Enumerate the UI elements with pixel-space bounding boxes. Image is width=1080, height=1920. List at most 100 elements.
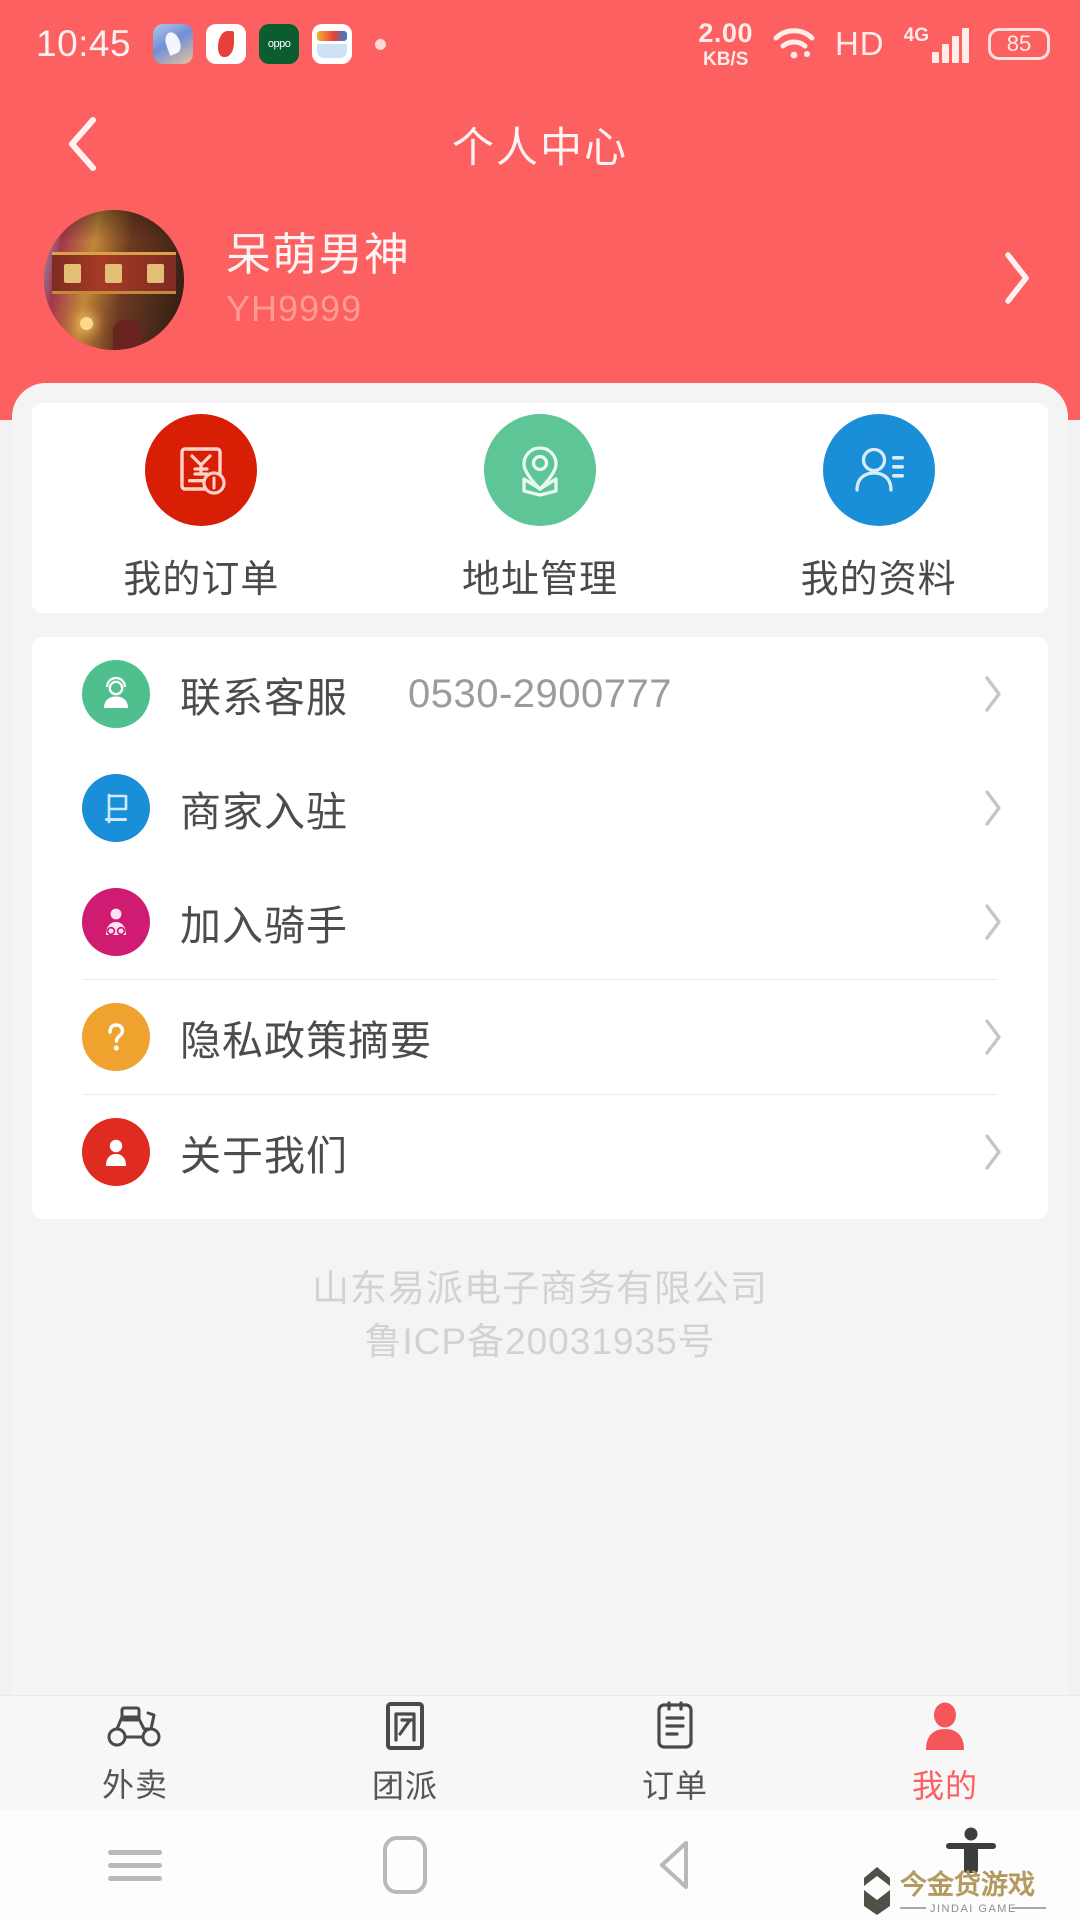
chevron-right-icon bbox=[985, 790, 1001, 826]
menu-card: 联系客服 0530-2900777 商家入驻 加入骑手 隐私政策摘要 关于我们 bbox=[32, 637, 1048, 1219]
quick-action-address-manage[interactable]: 地址管理 bbox=[371, 413, 710, 603]
profile-arrow-button[interactable] bbox=[1002, 251, 1032, 310]
location-pin-icon bbox=[522, 445, 558, 497]
network-speed: 2.00 KB/S bbox=[698, 17, 753, 70]
menu-item-join-rider[interactable]: 加入骑手 bbox=[32, 865, 1048, 979]
avatar-figure bbox=[112, 320, 141, 350]
content-sheet: 我的订单 地址管理 我的资料 联系客服 0530-2900777 商家入驻 加入… bbox=[12, 383, 1068, 1695]
profile-row[interactable]: 呆萌男神 YH9999 bbox=[0, 205, 1080, 355]
wallet-icon bbox=[312, 24, 353, 64]
signal-bars-icon bbox=[932, 28, 969, 63]
menu-lines-icon bbox=[108, 1842, 162, 1889]
avatar-signboard bbox=[52, 252, 176, 294]
watermark-logo: 今金贷游戏 JINDAI GAME bbox=[864, 1867, 1046, 1915]
menu-item-about-us[interactable]: 关于我们 bbox=[32, 1095, 1048, 1209]
footer: 山东易派电子商务有限公司 鲁ICP备20031935号 bbox=[12, 1263, 1068, 1368]
status-time: 10:45 bbox=[36, 23, 132, 64]
wifi-icon bbox=[773, 28, 815, 59]
quick-actions-card: 我的订单 地址管理 我的资料 bbox=[32, 403, 1048, 613]
order-receipt-icon-wrap bbox=[145, 413, 258, 526]
profile-person-icon bbox=[926, 1702, 964, 1750]
home-rounded-icon bbox=[383, 1836, 427, 1894]
menu-item-label: 商家入驻 bbox=[180, 789, 348, 835]
more-dot-icon bbox=[375, 38, 387, 50]
back-chevron-icon bbox=[69, 117, 96, 171]
hd-indicator: HD bbox=[834, 25, 885, 62]
tab-label: 团派 bbox=[371, 1767, 438, 1804]
app-header: 10:45 oppo 2.00 KB/S HD 4G 85 个人中心 呆萌男神 … bbox=[0, 0, 1080, 420]
android-back-button[interactable] bbox=[540, 1837, 810, 1893]
quick-action-my-orders[interactable]: 我的订单 bbox=[32, 413, 371, 603]
group-box-icon bbox=[386, 1701, 424, 1750]
menu-item-merchant-join[interactable]: 商家入驻 bbox=[32, 751, 1048, 865]
page-title: 个人中心 bbox=[451, 123, 628, 171]
battery-icon: 85 bbox=[988, 28, 1050, 60]
chevron-right-icon bbox=[1005, 251, 1029, 304]
question-mark-icon bbox=[108, 1023, 125, 1051]
tab-label: 外卖 bbox=[101, 1766, 168, 1803]
android-home-button[interactable] bbox=[270, 1836, 540, 1894]
watermark-cn-text: 今金贷游戏 bbox=[900, 1869, 1035, 1900]
profile-text: 呆萌男神 YH9999 bbox=[226, 229, 410, 331]
back-triangle-icon bbox=[660, 1841, 688, 1889]
menu-item-arrow bbox=[982, 674, 1004, 714]
chevron-right-icon bbox=[985, 676, 1001, 712]
chevron-right-icon bbox=[985, 904, 1001, 940]
tab-takeout[interactable]: 外卖 bbox=[0, 1696, 270, 1810]
network-type-label: 4G bbox=[903, 25, 929, 46]
status-app-icons: oppo bbox=[153, 24, 387, 64]
bottom-tab-bar: 外卖 团派 订单 我的 bbox=[0, 1695, 1080, 1810]
order-receipt-icon bbox=[180, 446, 226, 495]
menu-item-label: 关于我们 bbox=[180, 1133, 348, 1179]
quick-action-label: 地址管理 bbox=[462, 558, 619, 601]
cellular-indicator: 4G bbox=[904, 25, 969, 63]
headset-support-icon bbox=[104, 676, 128, 708]
about-person-icon bbox=[106, 1139, 126, 1166]
oppo-icon: oppo bbox=[259, 24, 300, 64]
scooter-icon bbox=[107, 1706, 161, 1746]
footer-icp: 鲁ICP备20031935号 bbox=[364, 1320, 716, 1362]
menu-item-arrow bbox=[982, 1017, 1004, 1057]
location-pin-icon-wrap bbox=[484, 413, 596, 526]
menu-item-contact-support[interactable]: 联系客服 0530-2900777 bbox=[32, 637, 1048, 751]
network-speed-value: 2.00 bbox=[698, 17, 753, 48]
profile-name: 呆萌男神 bbox=[226, 229, 411, 281]
user-profile-icon bbox=[855, 447, 904, 492]
network-speed-unit: KB/S bbox=[702, 48, 749, 70]
status-indicators: 2.00 KB/S HD 4G 85 bbox=[698, 17, 1050, 70]
rider-icon bbox=[106, 908, 126, 936]
navigation-icon bbox=[206, 24, 247, 64]
chevron-right-icon bbox=[985, 1019, 1001, 1055]
rider-icon-wrap bbox=[82, 888, 150, 956]
shop-flag-icon-wrap bbox=[82, 774, 150, 842]
battery-level: 85 bbox=[1006, 31, 1032, 56]
tab-label: 订单 bbox=[641, 1767, 708, 1804]
tab-label: 我的 bbox=[911, 1767, 978, 1804]
photos-icon bbox=[153, 24, 194, 64]
menu-item-label: 加入骑手 bbox=[180, 903, 348, 949]
avatar[interactable] bbox=[44, 210, 184, 350]
tab-group[interactable]: 团派 bbox=[270, 1696, 540, 1810]
menu-item-arrow bbox=[982, 1132, 1004, 1172]
tab-profile[interactable]: 我的 bbox=[810, 1696, 1080, 1810]
user-profile-icon-wrap bbox=[822, 413, 935, 526]
quick-action-label: 我的订单 bbox=[123, 558, 280, 601]
quick-action-my-profile[interactable]: 我的资料 bbox=[709, 413, 1048, 603]
menu-item-label: 隐私政策摘要 bbox=[180, 1018, 432, 1064]
footer-company: 山东易派电子商务有限公司 bbox=[312, 1268, 768, 1309]
menu-item-value: 0530-2900777 bbox=[408, 671, 673, 716]
back-button[interactable] bbox=[52, 114, 112, 174]
profile-user-id: YH9999 bbox=[226, 287, 363, 329]
menu-item-privacy-policy[interactable]: 隐私政策摘要 bbox=[32, 980, 1048, 1094]
menu-item-arrow bbox=[982, 788, 1004, 828]
order-list-icon bbox=[657, 1700, 693, 1749]
android-recents-button[interactable] bbox=[0, 1842, 270, 1889]
question-mark-icon-wrap bbox=[82, 1003, 150, 1071]
headset-support-icon-wrap bbox=[82, 660, 150, 728]
menu-item-label: 联系客服 bbox=[180, 675, 348, 721]
watermark-en-text: JINDAI GAME bbox=[930, 1903, 1017, 1915]
status-bar: 10:45 oppo 2.00 KB/S HD 4G 85 bbox=[0, 0, 1080, 88]
chevron-right-icon bbox=[985, 1134, 1001, 1170]
quick-action-label: 我的资料 bbox=[800, 558, 957, 601]
tab-orders[interactable]: 订单 bbox=[540, 1696, 810, 1810]
